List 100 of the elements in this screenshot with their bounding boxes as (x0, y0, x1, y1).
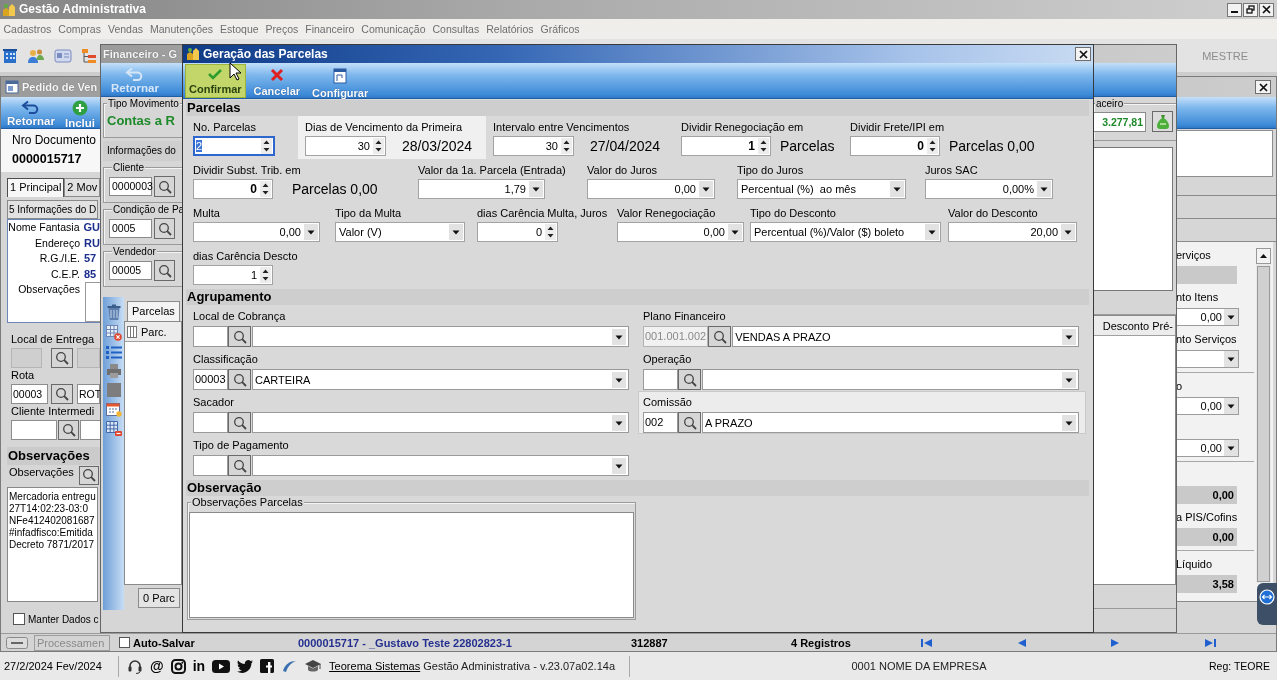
dropdown[interactable] (252, 455, 629, 476)
card-icon[interactable] (54, 48, 72, 63)
previous-icon[interactable] (1016, 637, 1028, 648)
amount-field[interactable]: 0,00 (617, 222, 744, 242)
play-button-icon[interactable] (212, 659, 231, 673)
scrollbar[interactable] (1256, 248, 1271, 583)
number-field[interactable]: 1 (193, 265, 273, 285)
trash-icon[interactable] (105, 304, 122, 321)
amount-field[interactable]: 0,00 (1176, 397, 1239, 415)
first-page-icon[interactable] (921, 637, 933, 648)
tab[interactable]: 2 Mov (64, 178, 101, 197)
search-button[interactable] (228, 326, 251, 347)
dropdown[interactable] (252, 412, 629, 433)
grid-icon[interactable] (105, 421, 122, 437)
tab[interactable]: Parcelas (127, 301, 180, 321)
number-field[interactable]: 1 (681, 136, 771, 156)
columns-icon[interactable] (127, 325, 137, 338)
search-button[interactable] (678, 369, 701, 390)
count-button[interactable]: 0 Parc (138, 588, 180, 608)
camera-icon[interactable] (170, 658, 186, 674)
amount-field[interactable]: 20,00 (948, 222, 1077, 242)
search-button[interactable] (51, 348, 73, 368)
search-button[interactable] (58, 420, 79, 440)
dropdown[interactable]: CARTEIRA (252, 369, 629, 390)
amount-field[interactable]: 1,79 (418, 179, 545, 199)
dropdown[interactable] (252, 326, 629, 347)
menu-item[interactable]: Manutenções (146, 21, 217, 37)
social-link[interactable]: in (192, 658, 206, 674)
side-tab-icon[interactable] (1257, 583, 1277, 625)
search-button[interactable] (678, 412, 701, 433)
printer-icon[interactable] (105, 363, 122, 379)
amount-field[interactable]: 0,00 (1176, 308, 1239, 326)
code-field[interactable]: 00005 (109, 261, 152, 280)
menu-item[interactable]: Gráficos (537, 21, 584, 37)
number-field[interactable]: 30 (305, 136, 386, 156)
dropdown[interactable]: Valor (V) (335, 222, 465, 242)
amount-field[interactable] (1176, 350, 1239, 368)
name-field[interactable]: ROT (77, 384, 100, 404)
dropdown[interactable] (702, 369, 1079, 390)
social-link[interactable]: @ (150, 658, 164, 674)
code-field[interactable]: 00003 (193, 369, 228, 390)
code-field[interactable]: 0005 (109, 219, 152, 238)
dropdown[interactable]: Percentual (%) ao mês (737, 179, 906, 199)
toolbar-button[interactable]: Confirmar (185, 64, 246, 98)
search-button[interactable] (228, 455, 251, 476)
bird-icon[interactable] (237, 659, 254, 673)
menu-item[interactable]: Consultas (429, 21, 483, 37)
toolbar-button[interactable]: Configurar (308, 64, 373, 98)
money-bag-button[interactable] (1152, 111, 1173, 132)
minimize-button[interactable] (1227, 2, 1242, 17)
search-button[interactable] (51, 384, 73, 404)
name-field[interactable] (80, 420, 101, 440)
search-button[interactable] (78, 465, 99, 485)
number-field[interactable]: 2 (193, 136, 275, 156)
table-remove-icon[interactable] (105, 325, 122, 341)
menu-item[interactable]: Vendas (104, 21, 147, 37)
hierarchy-icon[interactable] (81, 47, 97, 64)
dropdown[interactable]: A PRAZO (702, 412, 1079, 433)
tab[interactable]: 1 Principal (7, 178, 65, 197)
close-button[interactable] (1259, 2, 1274, 17)
dropdown[interactable]: Percentual (%)/Valor ($) boleto (750, 222, 941, 242)
square-logo-icon[interactable] (260, 659, 275, 673)
building-icon[interactable] (2, 47, 18, 64)
people-icon[interactable] (27, 47, 45, 64)
menu-item[interactable]: Cadastros (0, 21, 55, 37)
amount-field[interactable]: 0,00 (1176, 439, 1239, 457)
menu-item[interactable]: Relatórios (482, 21, 537, 37)
search-button[interactable] (228, 369, 251, 390)
code-field[interactable] (643, 369, 678, 390)
menu-item[interactable]: Financeiro (301, 21, 358, 37)
search-button[interactable] (154, 218, 175, 239)
section-tab[interactable]: Informações do (103, 141, 182, 161)
close-button[interactable] (1255, 80, 1271, 94)
notes-field[interactable]: Mercadoria entregu 27T14:02:23-03:0 NFe412402081687 #infadfisco:Emitida Decreto 7871/2017 (7, 487, 98, 602)
number-field[interactable]: 0 (193, 179, 273, 199)
tab[interactable]: 5 Informações do D (7, 200, 99, 219)
last-page-icon[interactable] (1204, 637, 1216, 648)
checkbox[interactable] (119, 637, 130, 648)
code-field[interactable] (193, 412, 228, 433)
text-field[interactable] (85, 282, 100, 322)
notes-field[interactable] (189, 512, 634, 618)
number-field[interactable]: 30 (493, 136, 574, 156)
code-field[interactable]: 002 (643, 412, 678, 433)
swoosh-icon[interactable] (281, 659, 298, 673)
amount-field[interactable]: 0,00% (925, 179, 1053, 199)
search-button[interactable] (228, 412, 251, 433)
amount-field[interactable]: 0,00 (193, 222, 320, 242)
company-link[interactable]: Teorema Sistemas (329, 660, 421, 672)
checkbox[interactable] (13, 613, 25, 625)
close-button[interactable] (1075, 47, 1091, 61)
headset-icon[interactable] (127, 658, 143, 674)
code-field[interactable] (11, 420, 57, 440)
list-icon[interactable] (105, 345, 122, 359)
calendar-icon[interactable] (105, 401, 122, 417)
graduation-cap-icon[interactable] (304, 659, 323, 673)
search-button[interactable] (154, 260, 175, 281)
code-field[interactable]: 0000003 (109, 177, 152, 196)
menu-item[interactable]: Preços (262, 21, 302, 37)
code-field[interactable] (193, 326, 228, 347)
code-field[interactable]: 00003 (11, 384, 48, 404)
